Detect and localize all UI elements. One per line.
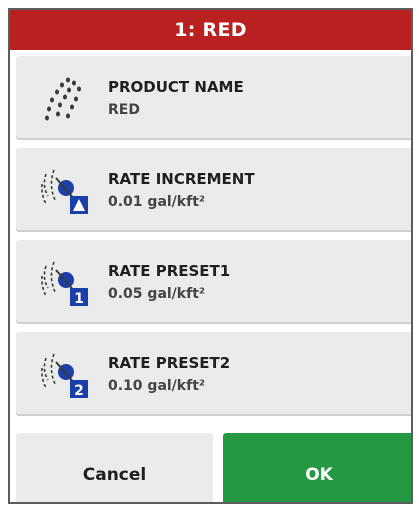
rate-preset2-label: RATE PRESET2 xyxy=(108,354,231,372)
dialog-title: 1: RED xyxy=(10,10,411,50)
preset-1-badge: 1 xyxy=(74,291,84,307)
ok-button[interactable]: OK xyxy=(223,433,411,502)
rate-preset1-value: 0.05 gal/kft² xyxy=(108,286,206,302)
rate-preset1-label: RATE PRESET1 xyxy=(108,262,231,280)
rate-preset-1-icon: 1 xyxy=(41,261,88,307)
rate-preset-2-icon: 2 xyxy=(41,353,88,399)
preset-2-badge: 2 xyxy=(74,383,84,399)
product-dialog: 1: RED PRODUCT NAME RED RATE INCREMENT 0… xyxy=(8,8,413,504)
cancel-button[interactable]: Cancel xyxy=(16,433,213,502)
rate-increment-value: 0.01 gal/kft² xyxy=(108,194,206,210)
product-name-label: PRODUCT NAME xyxy=(108,78,244,96)
spray-droplets-icon xyxy=(45,77,81,121)
rate-increment-icon xyxy=(41,169,88,214)
rate-preset1-row[interactable]: 1 RATE PRESET1 0.05 gal/kft² xyxy=(16,240,411,324)
product-name-row[interactable]: PRODUCT NAME RED xyxy=(16,56,411,140)
rate-increment-row[interactable]: RATE INCREMENT 0.01 gal/kft² xyxy=(16,148,411,232)
rate-preset2-row[interactable]: 2 RATE PRESET2 0.10 gal/kft² xyxy=(16,332,411,416)
dialog-body: PRODUCT NAME RED RATE INCREMENT 0.01 gal… xyxy=(10,50,411,502)
rate-preset2-value: 0.10 gal/kft² xyxy=(108,378,206,394)
rate-increment-label: RATE INCREMENT xyxy=(108,170,255,188)
product-name-value: RED xyxy=(108,102,140,118)
